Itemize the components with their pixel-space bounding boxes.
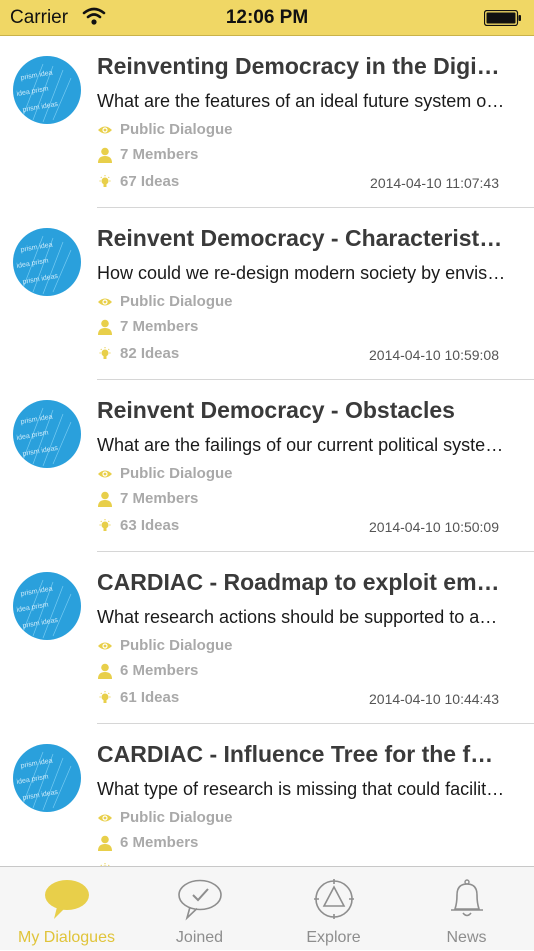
idea-prism-logo-icon: prism idea idea prism prism ideas [13,56,81,124]
person-icon [98,491,112,507]
visibility-label: Public Dialogue [120,637,233,654]
dialogue-timestamp: 2014-04-10 10:50:09 [369,519,499,535]
ideas-count: 67 Ideas [120,173,180,190]
dialogue-title: Reinvent Democracy - Obstacles [97,397,455,423]
visibility-label: Public Dialogue [120,809,233,826]
tab-label: News [446,929,487,946]
svg-text:idea prism: idea prism [16,601,49,614]
dialogue-title: CARDIAC - Roadmap to exploit emerging re… [97,569,507,595]
svg-text:idea prism: idea prism [16,257,49,270]
visibility-label: Public Dialogue [120,465,233,482]
svg-text:idea prism: idea prism [16,773,49,786]
idea-prism-logo-icon: prism idea idea prism prism ideas [13,572,81,640]
eye-icon [98,642,112,650]
dialogue-description: How could we re-design modern society by… [97,263,507,283]
eye-icon [98,470,112,478]
lightbulb-icon [99,347,111,359]
dialogue-description: What are the features of an ideal future… [97,91,507,111]
eye-icon [98,126,112,134]
visibility-label: Public Dialogue [120,121,233,138]
person-icon [98,835,112,851]
visibility-label: Public Dialogue [120,293,233,310]
compass-icon [313,879,354,919]
dialogue-timestamp: 2014-04-10 10:44:43 [369,691,499,707]
dialogue-timestamp: 2014-04-10 11:07:43 [370,175,499,191]
eye-icon [98,298,112,306]
lightbulb-icon [99,691,111,703]
members-count: 7 Members [120,318,199,335]
svg-text:idea prism: idea prism [16,429,49,442]
tab-label: My Dialogues [18,929,115,946]
dialogue-list-item[interactable]: prism idea idea prism prism ideas CARDIA… [0,724,534,866]
tab-bar: My Dialogues Joined Explore News [0,866,534,950]
members-count: 6 Members [120,662,199,679]
svg-text:prism ideas: prism ideas [22,617,59,630]
dialogue-title: CARDIAC - Influence Tree for the future … [97,741,507,767]
svg-text:prism ideas: prism ideas [22,273,59,286]
svg-text:prism ideas: prism ideas [22,789,59,802]
tab-my-dialogues[interactable]: My Dialogues [0,867,133,951]
idea-prism-logo-icon: prism idea idea prism prism ideas [13,228,81,296]
svg-text:idea prism: idea prism [16,85,49,98]
lightbulb-icon [99,519,111,531]
tab-label: Joined [175,929,224,946]
dialogue-list-item[interactable]: prism idea idea prism prism ideas Reinve… [0,36,534,208]
tab-news[interactable]: News [400,867,533,951]
tab-label: Explore [306,929,361,946]
members-count: 7 Members [120,490,199,507]
idea-prism-logo-icon: prism idea idea prism prism ideas [13,400,81,468]
dialogue-list-item[interactable]: prism idea idea prism prism ideas Reinve… [0,380,534,552]
person-icon [98,147,112,163]
dialogue-description: What research actions should be supporte… [97,607,507,627]
dialogue-list-item[interactable]: prism idea idea prism prism ideas Reinve… [0,208,534,380]
ideas-count: 82 Ideas [120,345,180,362]
bell-icon [450,879,483,917]
dialogue-list-item[interactable]: prism idea idea prism prism ideas CARDIA… [0,552,534,724]
members-count: 7 Members [120,146,199,163]
tab-joined[interactable]: Joined [133,867,266,951]
lightbulb-icon [99,175,111,187]
person-icon [98,663,112,679]
dialogue-description: What type of research is missing that co… [97,779,507,799]
person-icon [98,319,112,335]
battery-icon [484,10,521,26]
dialogue-title: Reinvent Democracy - Characteristics [97,225,507,251]
tab-explore[interactable]: Explore [267,867,400,951]
status-bar: Carrier 12:06 PM [0,0,534,36]
ideas-count: 61 Ideas [120,689,180,706]
idea-prism-logo-icon: prism idea idea prism prism ideas [13,744,81,812]
dialogue-list[interactable]: prism idea idea prism prism ideas Reinve… [0,36,534,866]
dialogue-timestamp: 2014-04-10 10:59:08 [369,347,499,363]
eye-icon [98,814,112,822]
svg-text:prism ideas: prism ideas [22,101,59,114]
dialogue-description: What are the failings of our current pol… [97,435,507,455]
svg-text:prism ideas: prism ideas [22,445,59,458]
ideas-count: 63 Ideas [120,517,180,534]
dialogue-title: Reinventing Democracy in the Digital Age [97,53,507,79]
speech-bubble-icon [44,880,89,919]
members-count: 6 Members [120,834,199,851]
check-bubble-icon [177,879,222,921]
status-time: 12:06 PM [225,7,309,28]
